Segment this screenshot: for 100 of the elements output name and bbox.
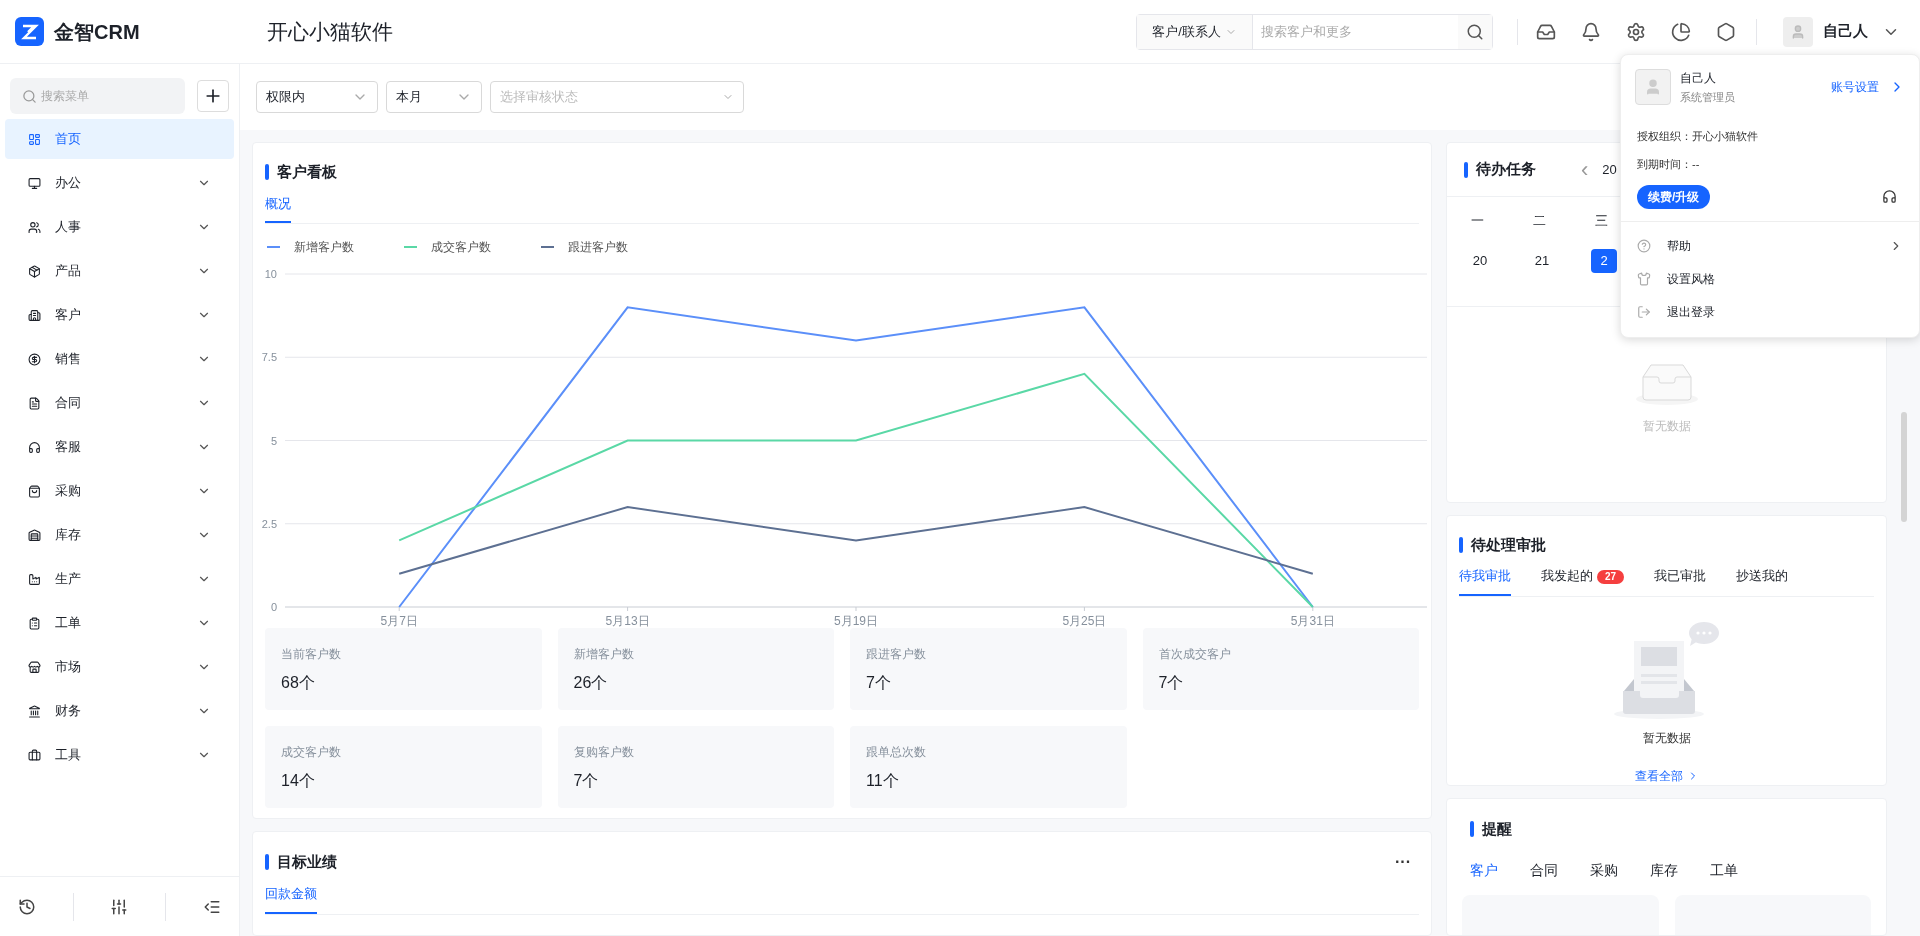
sidebar-item[interactable]: 财务	[5, 691, 234, 731]
stat-value: 68个	[281, 673, 316, 693]
logo-icon	[15, 17, 44, 46]
tab[interactable]: 合同	[1530, 860, 1558, 881]
stat-label: 成交客户数	[281, 744, 342, 761]
sliders-icon[interactable]	[110, 897, 129, 916]
sidebar-item[interactable]: 首页	[5, 119, 234, 159]
bell-icon[interactable]	[1581, 21, 1601, 42]
brand-name: 金智CRM	[54, 19, 140, 45]
sidebar-item[interactable]: 库存	[5, 515, 234, 555]
sidebar-item[interactable]: 工具	[5, 735, 234, 775]
period-label: 20	[1602, 160, 1617, 179]
axis-label: 7.5	[261, 351, 277, 364]
scrollbar-thumb[interactable]	[1901, 412, 1907, 522]
sidebar-item[interactable]: 产品	[5, 251, 234, 291]
menu-search-field[interactable]: 搜索菜单	[10, 78, 185, 114]
hexagon-icon[interactable]	[1716, 21, 1736, 42]
sidebar-item[interactable]: 客户	[5, 295, 234, 335]
headset-icon	[28, 440, 41, 454]
stat-label: 新增客户数	[573, 646, 635, 663]
tab[interactable]: 我已审批	[1654, 566, 1707, 596]
logout-icon	[1637, 305, 1651, 319]
sidebar-item[interactable]: 销售	[5, 339, 234, 379]
tab[interactable]: 概况	[265, 193, 291, 223]
menu-item[interactable]: 退出登录	[1621, 295, 1919, 329]
sidebar-item[interactable]: 人事	[5, 207, 234, 247]
search-icon	[22, 88, 37, 104]
dashboard-icon	[28, 132, 41, 146]
headset-icon[interactable]	[1882, 189, 1897, 204]
settings-icon[interactable]	[1626, 21, 1646, 42]
filter-select[interactable]: 本月	[386, 81, 482, 113]
upgrade-button[interactable]: 续费/升级	[1637, 184, 1711, 209]
legend-label: 跟进客户数	[568, 239, 628, 256]
shirt-icon	[1637, 272, 1651, 286]
tab[interactable]: 工单	[1710, 860, 1738, 881]
calendar-day[interactable]: 21	[1529, 248, 1555, 273]
calendar-day[interactable]: 20	[1467, 248, 1493, 273]
user-name: 自己人	[1680, 70, 1717, 87]
stat-label: 当前客户数	[281, 646, 342, 663]
calendar-day[interactable]: 2	[1591, 248, 1617, 273]
tab[interactable]: 客户	[1470, 860, 1498, 881]
axis-label: 5	[270, 434, 277, 447]
legend-label: 成交客户数	[431, 239, 491, 256]
account-settings-link[interactable]: 账号设置	[1831, 78, 1905, 97]
bag-icon	[28, 484, 41, 498]
weekday-label: 一	[1471, 212, 1484, 230]
sidebar-item[interactable]: 采购	[5, 471, 234, 511]
empty-message: 暂无数据	[1642, 729, 1691, 747]
filter-select[interactable]: 权限内	[256, 81, 378, 113]
stat-value: 7个	[866, 673, 892, 693]
axis-label: 5月31日	[1290, 614, 1335, 628]
card-title: 待处理审批	[1471, 534, 1546, 555]
menu-item[interactable]: 设置风格	[1621, 262, 1919, 296]
stat-label: 跟进客户数	[866, 646, 927, 663]
view-all-link[interactable]: 查看全部	[1634, 766, 1699, 785]
sidebar-item[interactable]: 客服	[5, 427, 234, 467]
pie-chart-icon[interactable]	[1671, 21, 1691, 42]
axis-label: 10	[264, 268, 277, 280]
axis-label: 5月25日	[1062, 614, 1107, 628]
tab[interactable]: 库存	[1650, 860, 1678, 881]
user-icon	[1790, 23, 1806, 40]
sidebar-item[interactable]: 生产	[5, 559, 234, 599]
expiry-date: 到期时间：--	[1636, 157, 1701, 172]
stat-value: 14个	[281, 771, 316, 791]
empty-inbox-icon	[1634, 362, 1699, 405]
package-icon	[28, 264, 41, 278]
card-title: 待办任务	[1476, 159, 1536, 180]
tab[interactable]: 回款金额	[265, 884, 317, 914]
tab[interactable]: 待我审批	[1459, 566, 1511, 596]
add-button[interactable]	[197, 80, 229, 112]
stat-label: 复购客户数	[573, 744, 635, 761]
document-icon	[28, 396, 41, 410]
stat-value: 7个	[1158, 673, 1185, 693]
history-icon[interactable]	[18, 897, 37, 916]
organization-name: 开心小猫软件	[267, 18, 393, 45]
axis-label: 0	[270, 601, 277, 613]
sidebar-item[interactable]: 工单	[5, 603, 234, 643]
stat-label: 首次成交客户	[1158, 646, 1232, 663]
sidebar-item[interactable]: 市场	[5, 647, 234, 687]
empty-approval-icon	[1613, 620, 1720, 721]
tab[interactable]: 抄送我的	[1736, 566, 1789, 596]
sidebar-item[interactable]: 办公	[5, 163, 234, 203]
license-organization: 授权组织：开心小猫软件	[1636, 128, 1759, 144]
axis-label: 5月13日	[605, 614, 650, 628]
menu-item[interactable]: 帮助	[1621, 229, 1919, 263]
weekday-label: 二	[1533, 212, 1546, 230]
empty-message: 暂无数据	[1642, 417, 1691, 435]
tab[interactable]: 采购	[1590, 860, 1618, 881]
user-icon	[1644, 78, 1662, 97]
tab[interactable]: 我发起的	[1541, 566, 1593, 596]
users-icon	[28, 220, 41, 234]
stat-value: 26个	[573, 673, 609, 693]
stat-value: 11个	[866, 771, 900, 791]
card-title: 提醒	[1482, 818, 1512, 839]
sidebar-item[interactable]: 合同	[5, 383, 234, 423]
count-badge: 27	[1597, 569, 1625, 584]
user-name[interactable]: 自己人	[1823, 20, 1868, 43]
search-input[interactable]: 搜索菜单	[41, 87, 161, 105]
building-icon	[28, 308, 41, 322]
more-button[interactable]: ···	[1395, 850, 1411, 874]
